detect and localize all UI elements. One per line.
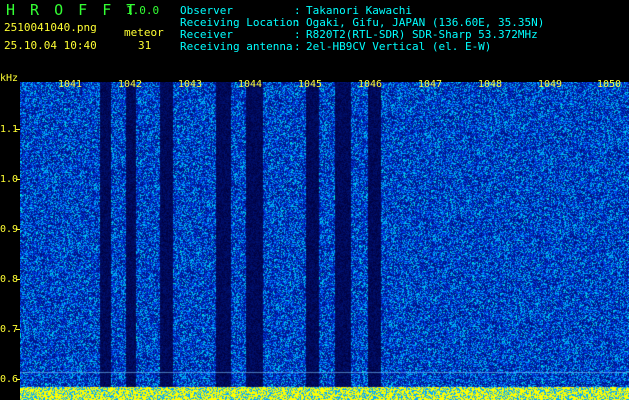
meteor-count: 31 (138, 39, 152, 52)
x-tick-label-1043: 1043 (178, 79, 203, 90)
info-key-antenna: Receiving antenna (180, 40, 293, 53)
x-tick-label-1045: 1045 (298, 79, 323, 90)
y-tick-mark (16, 379, 20, 380)
y-tick-mark (16, 329, 20, 330)
x-tick-label-1048: 1048 (478, 79, 503, 90)
y-tick-label-3: 0.9 (0, 224, 19, 235)
y-axis: kHz 1.1 1.0 0.9 0.8 0.7 0.6 (0, 74, 20, 400)
x-tick-label-1042: 1042 (118, 79, 143, 90)
x-tick-label-1047: 1047 (418, 79, 443, 90)
y-tick-mark (16, 129, 20, 130)
y-tick-label-2: 1.0 (0, 174, 19, 185)
info-sep-4: : (294, 40, 301, 53)
x-tick-label-1041: 1041 (58, 79, 83, 90)
y-tick-mark (16, 179, 20, 180)
meteor-label: meteor (124, 26, 164, 39)
file-name: 2510041040.png (4, 21, 97, 34)
x-tick-label-1044: 1044 (238, 79, 263, 90)
x-tick-label-1049: 1049 (538, 79, 563, 90)
y-tick-label-1: 1.1 (0, 124, 19, 135)
y-axis-unit: kHz (0, 73, 19, 84)
x-tick-label-1050: 1050 (597, 79, 622, 90)
app-title: H R O F F T (6, 1, 139, 19)
spectrogram-canvas (20, 82, 629, 400)
y-tick-mark (16, 279, 20, 280)
info-value-antenna: 2el-HB9CV Vertical (el. E-W) (306, 40, 492, 53)
app-version: 1.0.0 (126, 4, 160, 17)
x-tick-label-1046: 1046 (358, 79, 383, 90)
y-tick-mark (16, 229, 20, 230)
file-datetime: 25.10.04 10:40 (4, 39, 97, 52)
y-tick-label-5: 0.7 (0, 324, 19, 335)
y-tick-label-4: 0.8 (0, 274, 19, 285)
header-panel: H R O F F T 1.0.0 2510041040.png 25.10.0… (0, 0, 629, 82)
y-tick-label-6: 0.6 (0, 374, 19, 385)
